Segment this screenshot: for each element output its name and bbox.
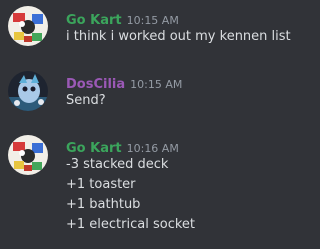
message-text: +1 electrical socket bbox=[66, 217, 195, 232]
message-header: Go Kart 10:15 AM bbox=[66, 9, 179, 28]
message-header: DosCilia 10:15 AM bbox=[66, 73, 182, 92]
message-content: Send? bbox=[66, 91, 302, 111]
go-kart-avatar-icon[interactable] bbox=[8, 135, 48, 175]
timestamp[interactable]: 10:15 AM bbox=[130, 78, 182, 91]
message-text: i think i worked out my kennen list bbox=[66, 29, 291, 44]
message-header: Go Kart 10:16 AM bbox=[66, 137, 179, 156]
message-text: +1 toaster bbox=[66, 177, 136, 192]
timestamp[interactable]: 10:15 AM bbox=[127, 14, 179, 27]
message-content: -3 stacked deck +1 toaster +1 bathtub +1… bbox=[66, 155, 302, 235]
timestamp[interactable]: 10:16 AM bbox=[127, 142, 179, 155]
username[interactable]: Go Kart bbox=[66, 141, 122, 156]
message-content: i think i worked out my kennen list bbox=[66, 27, 302, 47]
username[interactable]: Go Kart bbox=[66, 13, 122, 28]
go-kart-avatar-icon[interactable] bbox=[8, 6, 48, 46]
doscilia-avatar-icon[interactable] bbox=[8, 71, 48, 111]
message-text: -3 stacked deck bbox=[66, 157, 169, 172]
username[interactable]: DosCilia bbox=[66, 77, 125, 92]
message-text: Send? bbox=[66, 93, 106, 108]
message-text: +1 bathtub bbox=[66, 197, 141, 212]
